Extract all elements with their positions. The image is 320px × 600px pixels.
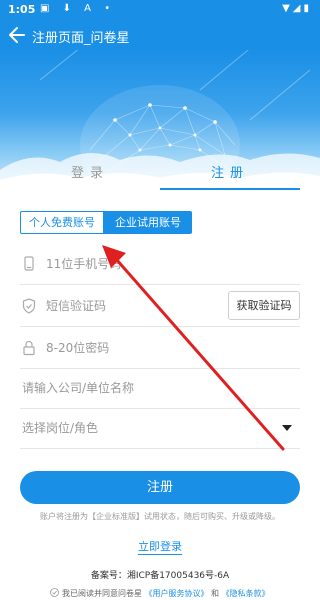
app-header: 注册页面_问卷星 (0, 20, 320, 50)
check-circle-icon[interactable] (50, 588, 60, 597)
lock-icon (22, 340, 36, 356)
tab-login[interactable]: 登录 (20, 160, 160, 190)
chevron-down-icon (282, 425, 292, 431)
agreement-and: 和 (211, 589, 220, 598)
company-field[interactable]: 请输入公司/单位名称 (20, 367, 300, 409)
trial-notice: 账户将注册为【企业标准版】试用状态，随后可购买、升级或降级。 (40, 512, 280, 521)
sms-code-field[interactable]: 短信验证码 获取验证码 (20, 285, 300, 327)
back-arrow-icon[interactable] (6, 23, 28, 47)
status-time: 1:05 (8, 3, 36, 16)
tab-register[interactable]: 注册 (160, 160, 300, 190)
register-button[interactable]: 注册 (20, 471, 300, 504)
notification-icons: ▣ ⬇ A • (40, 3, 116, 14)
privacy-link[interactable]: 《隐私条款》 (222, 589, 270, 598)
login-link[interactable]: 立即登录 (138, 540, 182, 555)
agreement-prefix: 我已阅读并同意问卷星 (61, 589, 142, 598)
sms-placeholder: 短信验证码 (46, 299, 107, 313)
shield-icon (22, 298, 36, 314)
user-agreement-link[interactable]: 《用户服务协议》 (145, 589, 209, 598)
icp-record: 备案号：湘ICP备17005436号-6A (90, 571, 230, 581)
get-code-button[interactable]: 获取验证码 (228, 291, 300, 320)
enterprise-account-button[interactable]: 企业试用账号 (104, 211, 192, 234)
role-placeholder: 选择岗位/角色 (22, 421, 99, 435)
status-bar: 1:05 ▣ ⬇ A • ▼◢▮ (0, 0, 320, 20)
auth-tabs: 登录 注册 (20, 160, 300, 190)
password-placeholder: 8-20位密码 (46, 341, 110, 355)
password-field[interactable]: 8-20位密码 (20, 327, 300, 369)
company-placeholder: 请输入公司/单位名称 (22, 381, 135, 395)
role-select[interactable]: 选择岗位/角色 (20, 407, 300, 449)
phone-field[interactable]: 11位手机号码 (20, 243, 300, 285)
agreement-row: 我已阅读并同意问卷星 《用户服务协议》 和 《隐私条款》 (0, 588, 320, 600)
login-link-container: 立即登录 (0, 538, 320, 555)
phone-placeholder: 11位手机号码 (46, 257, 122, 271)
personal-account-button[interactable]: 个人免费账号 (20, 211, 104, 234)
system-icons: ▼◢▮ (282, 3, 312, 14)
phone-icon (22, 256, 36, 272)
page-title: 注册页面_问卷星 (32, 31, 130, 46)
